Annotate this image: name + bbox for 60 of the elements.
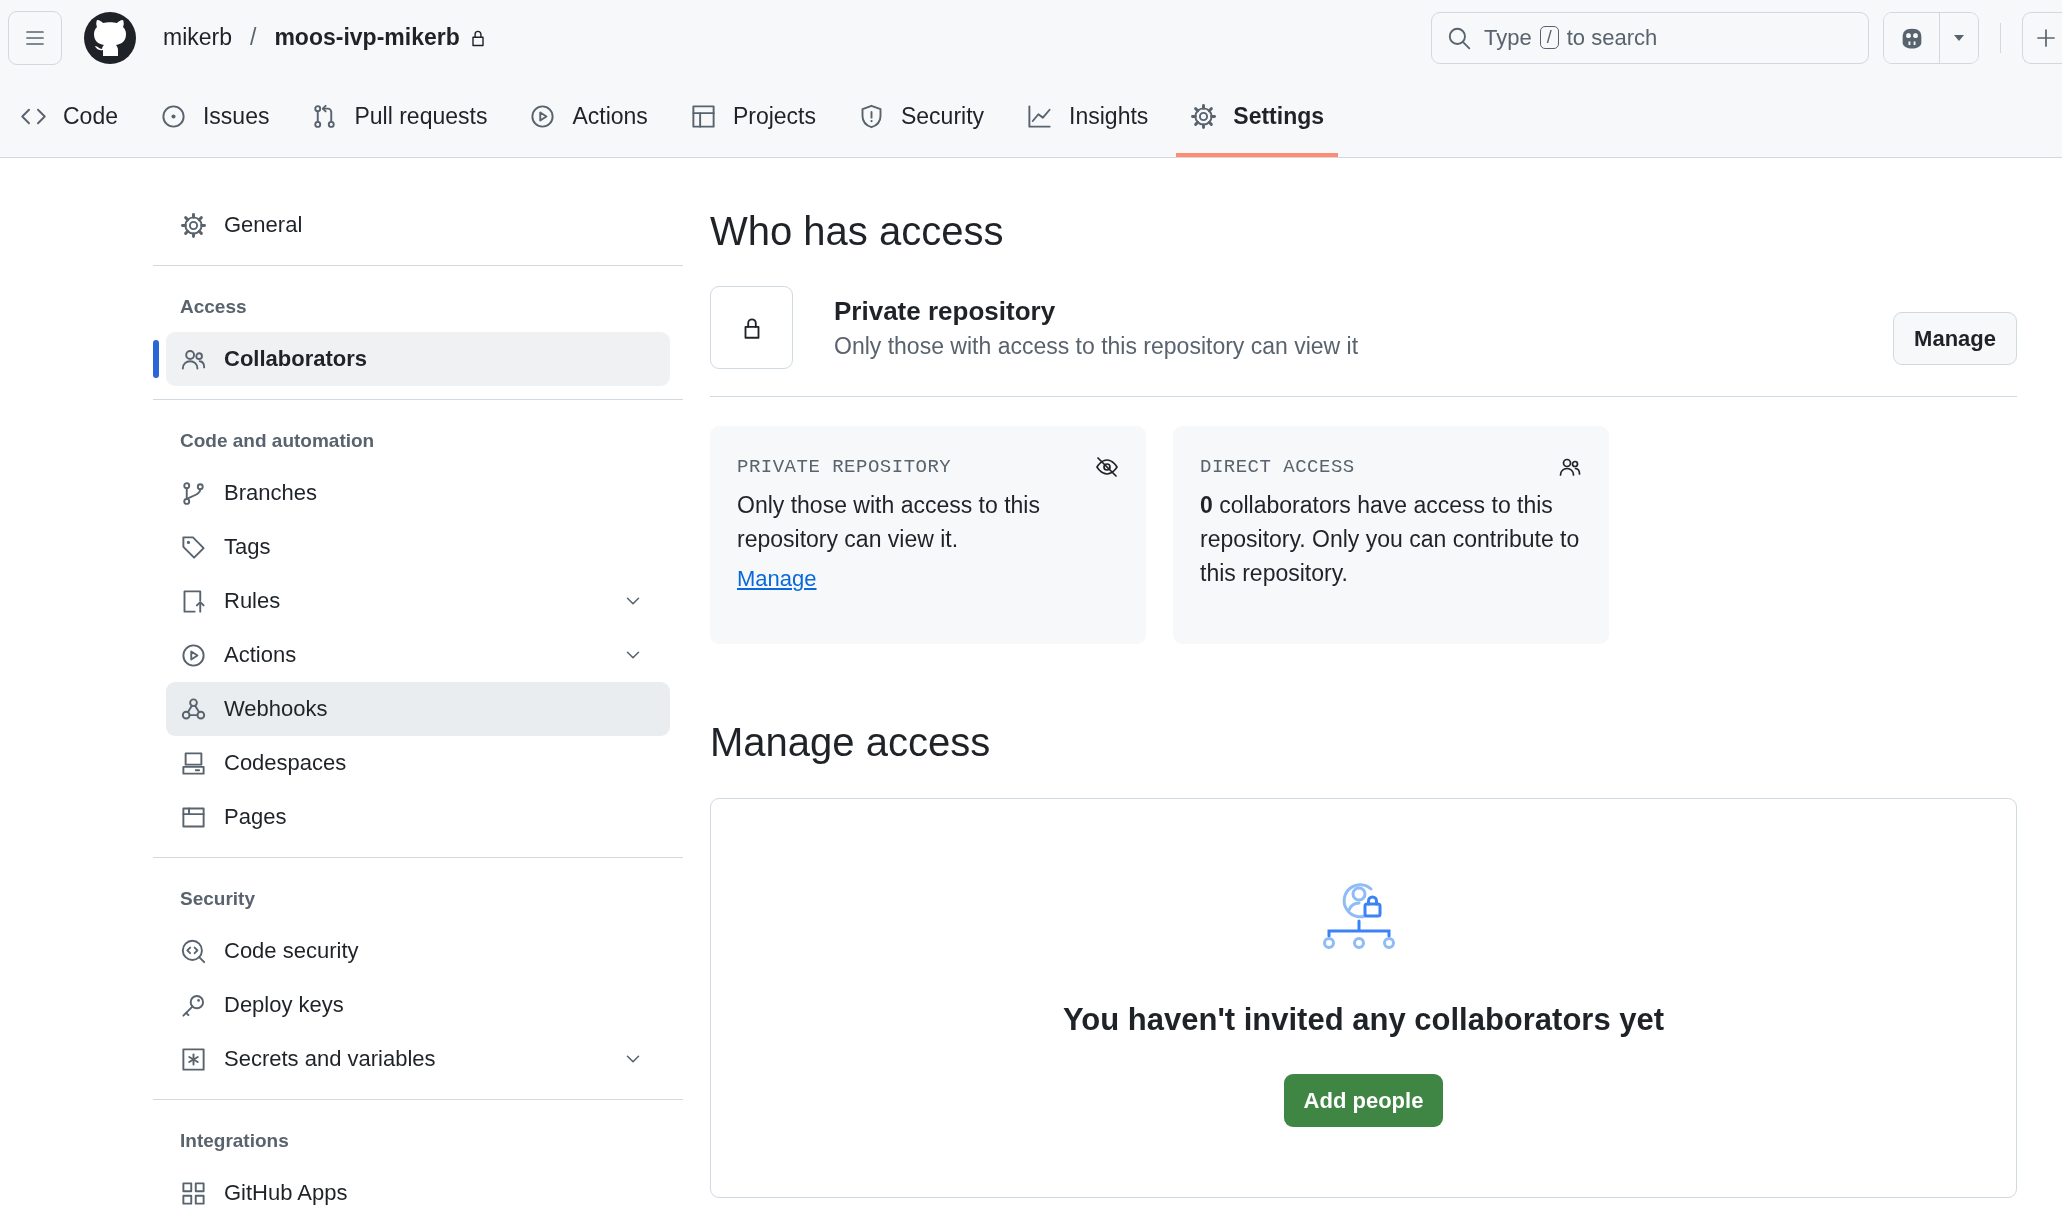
sidebar-item[interactable]: General (166, 198, 670, 252)
sidebar-item[interactable]: Rules (166, 574, 670, 628)
card-heading: PRIVATE REPOSITORY (737, 456, 952, 478)
circle-dot-icon (160, 102, 187, 130)
apps-icon (180, 1179, 207, 1207)
empty-state-title: You haven't invited any collaborators yet (1062, 1001, 1665, 1039)
asterisk-icon (180, 1045, 207, 1073)
sidebar-item[interactable]: Pages (166, 790, 670, 844)
manage-link[interactable]: Manage (737, 562, 817, 596)
repository-tab[interactable]: Issues (146, 75, 284, 157)
sidebar-item[interactable]: Webhooks (166, 682, 670, 736)
search-field[interactable]: Type / to search (1431, 11, 1869, 64)
section-heading: Security (179, 887, 256, 911)
shortcut-key: / (1539, 26, 1559, 49)
sidebar-item[interactable]: Branches (166, 466, 670, 520)
settings-icon (180, 211, 207, 239)
card-text: Only those with access to this repository can view it. (737, 491, 1041, 554)
visibility-description: Only those with access to this repository can view it (834, 331, 1360, 361)
graph-icon (1026, 102, 1054, 130)
repository-tab[interactable]: Security (843, 75, 999, 157)
owner-link[interactable]: mikerb (163, 24, 232, 51)
sidebar-item[interactable]: Secrets and variables (166, 1032, 670, 1086)
play-icon (529, 102, 557, 130)
card-text: 0 collaborators have access to this repository. Only you can contribute to this repository. (1200, 491, 1581, 588)
caret-icon (1953, 33, 1965, 42)
copilot-button[interactable] (1884, 12, 1940, 63)
sidebar-item[interactable]: Actions (166, 628, 670, 682)
visibility-title: Private repository (834, 294, 1057, 328)
repository-tab[interactable]: Pull requests (297, 75, 502, 157)
table-icon (689, 102, 717, 130)
manage-button[interactable]: Manage (1893, 312, 2017, 365)
sidebar-item[interactable]: GitHub Apps (166, 1166, 670, 1220)
code-search-icon (180, 937, 207, 965)
octocat-logo-icon[interactable] (84, 11, 136, 64)
repository-tab[interactable]: Actions (515, 75, 662, 157)
repository-link[interactable]: moos-ivp-mikerb (274, 24, 460, 51)
sidebar-item[interactable]: Code security (166, 924, 670, 978)
repository-tab[interactable]: Settings (1176, 75, 1339, 157)
repository-tab[interactable]: Projects (675, 75, 830, 157)
section-heading: Access (179, 295, 248, 319)
section-title: Who has access (710, 208, 1005, 255)
sidebar-item[interactable]: Codespaces (166, 736, 670, 790)
card-heading: DIRECT ACCESS (1200, 456, 1355, 478)
menu-button[interactable] (8, 10, 62, 65)
settings-icon (1190, 102, 1218, 130)
play-icon (180, 641, 207, 669)
laptop-icon (180, 749, 207, 777)
create-button[interactable] (2022, 11, 2062, 64)
add-people-button[interactable]: Add people (1283, 1074, 1444, 1127)
section-heading: Integrations (179, 1129, 290, 1153)
eye-slash-icon (1095, 455, 1119, 479)
section-heading: Code and automation (179, 429, 376, 453)
repository-tab[interactable]: Code (6, 75, 132, 157)
path-separator: / (250, 24, 257, 51)
section-title: Manage access (710, 719, 992, 766)
repository-tab[interactable]: Insights (1012, 75, 1163, 157)
sidebar-item[interactable]: Deploy keys (166, 978, 670, 1032)
tag-icon (180, 533, 207, 561)
sidebar-item[interactable]: Tags (166, 520, 670, 574)
branch-icon (180, 479, 207, 507)
